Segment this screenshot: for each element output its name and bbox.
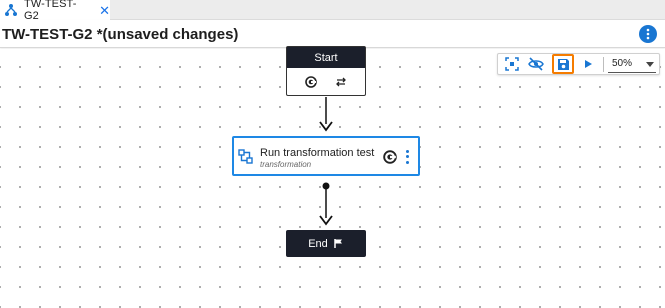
tab-label: TW-TEST-G2: [24, 0, 77, 22]
more-dot: [405, 155, 409, 159]
zoom-value: 50%: [612, 58, 633, 69]
save-icon: [557, 58, 569, 70]
run-button[interactable]: [578, 55, 598, 73]
task-node[interactable]: Run transformation test transformation: [232, 136, 420, 176]
toolbar-divider: [603, 57, 604, 72]
play-icon: [585, 60, 592, 68]
chevron-down-icon: [646, 62, 654, 67]
fit-screen-button[interactable]: [502, 55, 522, 73]
task-subtitle: transformation: [260, 160, 312, 169]
more-dot: [405, 150, 409, 154]
tab-workflow[interactable]: TW-TEST-G2 ✕: [0, 0, 110, 22]
close-icon[interactable]: ✕: [99, 4, 110, 17]
toggle-visibility-button[interactable]: [526, 55, 546, 73]
fit-screen-icon: [505, 57, 519, 71]
flag-icon: [334, 239, 342, 248]
tab-bar: TW-TEST-G2 ✕: [0, 0, 665, 22]
start-node-label: Start: [287, 47, 365, 68]
page-title: TW-TEST-G2 *(unsaved changes): [2, 26, 239, 43]
repeat-icon[interactable]: [335, 76, 347, 88]
workflow-icon: [4, 3, 18, 17]
c-badge-icon[interactable]: [305, 75, 317, 88]
save-button[interactable]: [552, 54, 574, 74]
zoom-select[interactable]: 50%: [608, 55, 656, 73]
c-badge-icon[interactable]: [383, 150, 397, 164]
more-vert-icon: [646, 28, 650, 40]
task-more-button[interactable]: [402, 149, 412, 165]
task-title: Run transformation test: [260, 147, 375, 159]
start-node[interactable]: Start: [286, 46, 366, 96]
end-node[interactable]: End: [286, 230, 366, 257]
canvas-toolbar: 50%: [497, 53, 660, 75]
end-node-label: End: [308, 237, 328, 250]
task-icon: [238, 149, 253, 164]
page-header: TW-TEST-G2 *(unsaved changes): [0, 20, 665, 48]
more-dot: [405, 160, 409, 164]
visibility-off-icon: [528, 57, 544, 71]
more-options-button[interactable]: [639, 25, 657, 43]
